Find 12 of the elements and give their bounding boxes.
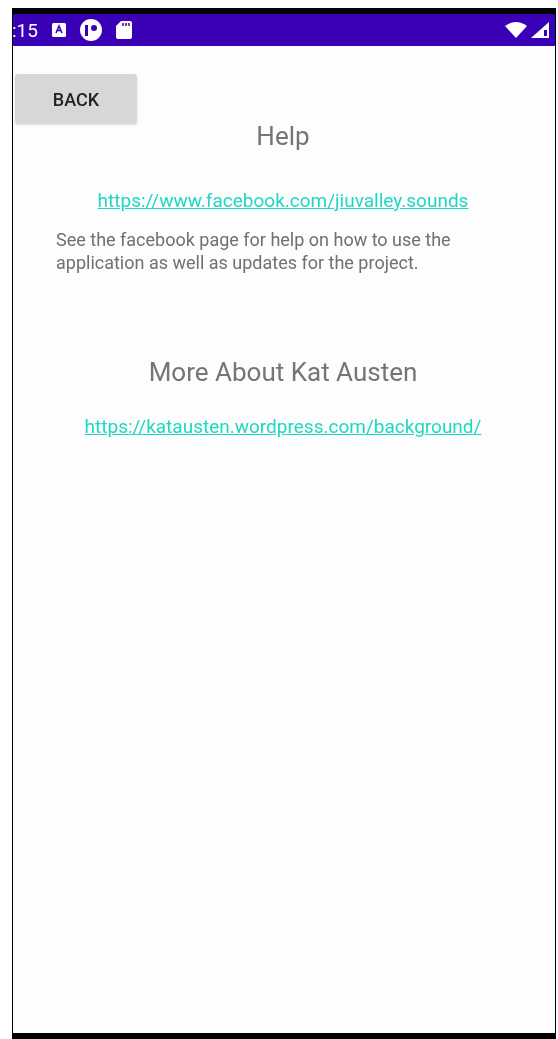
- status-time: :15: [12, 20, 38, 40]
- circle-icon: [79, 19, 102, 41]
- help-title: Help: [256, 120, 310, 153]
- about-title: More About Kat Austen: [148, 356, 418, 389]
- back-button[interactable]: BACK: [15, 74, 137, 124]
- sd-card-icon: [115, 21, 132, 39]
- notification-icon: [51, 23, 66, 37]
- help-description: See the facebook page for help on how to use the application as well as updates for the project.: [56, 228, 452, 275]
- signal-icon: [531, 22, 549, 38]
- wordpress-link[interactable]: https://katausten.wordpress.com/background/: [84, 414, 482, 439]
- wifi-icon: [505, 22, 527, 38]
- facebook-link[interactable]: https://www.facebook.com/jiuvalley.sounds: [97, 188, 469, 213]
